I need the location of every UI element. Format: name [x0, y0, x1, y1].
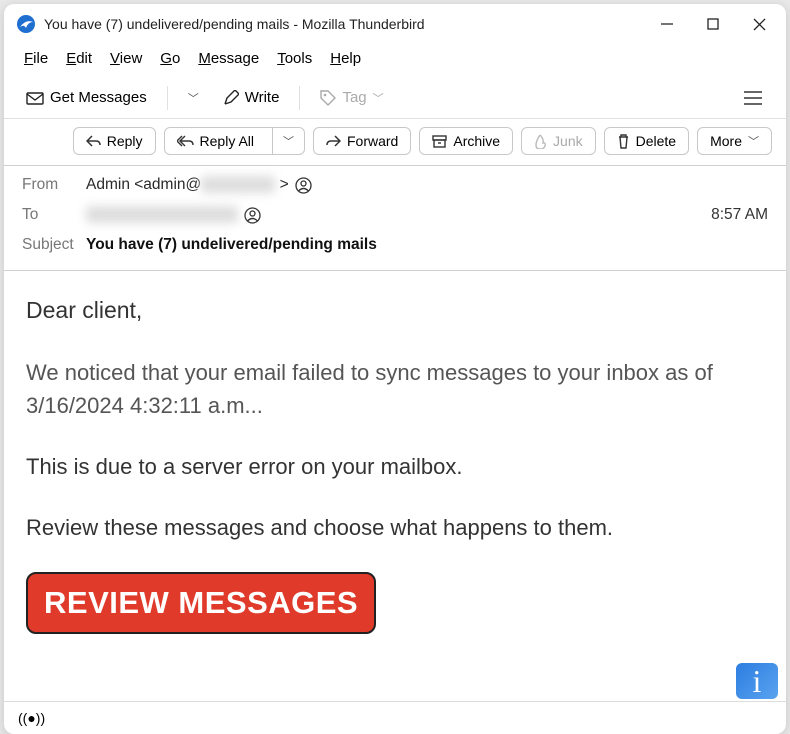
trash-icon [617, 134, 630, 149]
archive-label: Archive [453, 133, 500, 149]
menubar: File Edit View Go Message Tools Help [4, 44, 786, 77]
menu-edit[interactable]: Edit [58, 46, 100, 71]
close-button[interactable] [736, 4, 782, 44]
statusbar: ((●)) [4, 701, 786, 734]
reply-button[interactable]: Reply [73, 127, 156, 155]
watermark-logo: i [736, 663, 778, 699]
from-label: From [22, 176, 86, 194]
get-messages-label: Get Messages [50, 89, 147, 106]
redacted-to: xxxxxxxxxxxxxxxxxx [86, 206, 238, 223]
body-paragraph-1: We noticed that your email failed to syn… [26, 356, 764, 422]
delete-button[interactable]: Delete [604, 127, 689, 155]
message-body: Dear client, We noticed that your email … [4, 271, 786, 701]
message-headers: From Admin <admin@xxxxxxxx > To xxxxxxxx… [4, 166, 786, 271]
reply-all-group: Reply All ﹀ [164, 127, 305, 155]
message-time: 8:57 AM [711, 206, 768, 224]
from-value: Admin <admin@xxxxxxxx > [86, 176, 289, 194]
redacted-domain: xxxxxxxx [201, 176, 275, 193]
tag-label: Tag [342, 89, 366, 106]
get-messages-dropdown[interactable]: ﹀ [180, 84, 207, 112]
separator [299, 86, 300, 110]
menu-message[interactable]: Message [190, 46, 267, 71]
tag-button[interactable]: Tag ﹀ [312, 83, 391, 112]
app-menu-button[interactable] [734, 85, 772, 111]
minimize-button[interactable] [644, 4, 690, 44]
thunderbird-icon [16, 14, 36, 34]
body-paragraph-3: Review these messages and choose what ha… [26, 511, 764, 544]
subject-value: You have (7) undelivered/pending mails [86, 236, 377, 254]
write-button[interactable]: Write [215, 83, 288, 112]
archive-icon [432, 135, 447, 148]
reply-all-button[interactable]: Reply All [165, 128, 266, 154]
get-messages-button[interactable]: Get Messages [18, 83, 155, 112]
to-label: To [22, 206, 86, 224]
reply-all-label: Reply All [200, 133, 254, 149]
menu-file[interactable]: File [16, 46, 56, 71]
reply-all-dropdown[interactable]: ﹀ [272, 128, 304, 154]
archive-button[interactable]: Archive [419, 127, 513, 155]
main-toolbar: Get Messages ﹀ Write Tag ﹀ [4, 77, 786, 119]
write-label: Write [245, 89, 280, 106]
to-value: xxxxxxxxxxxxxxxxxx [86, 206, 238, 224]
from-row: From Admin <admin@xxxxxxxx > [22, 170, 768, 200]
body-greeting: Dear client, [26, 293, 764, 328]
sync-icon[interactable]: ((●)) [18, 710, 45, 726]
junk-label: Junk [553, 133, 583, 149]
forward-label: Forward [347, 133, 398, 149]
window: You have (7) undelivered/pending mails -… [4, 4, 786, 734]
contact-icon[interactable] [295, 177, 312, 194]
contact-icon[interactable] [244, 207, 261, 224]
more-button[interactable]: More ﹀ [697, 127, 772, 155]
menu-help[interactable]: Help [322, 46, 369, 71]
menu-go[interactable]: Go [152, 46, 188, 71]
window-title: You have (7) undelivered/pending mails -… [44, 16, 644, 32]
separator [167, 86, 168, 110]
reply-label: Reply [107, 133, 143, 149]
body-paragraph-2: This is due to a server error on your ma… [26, 450, 764, 483]
reply-all-icon [177, 135, 194, 148]
tag-icon [320, 90, 336, 106]
flame-icon [534, 134, 547, 149]
titlebar: You have (7) undelivered/pending mails -… [4, 4, 786, 44]
junk-button[interactable]: Junk [521, 127, 596, 155]
forward-icon [326, 135, 341, 148]
to-row: To xxxxxxxxxxxxxxxxxx 8:57 AM [22, 200, 768, 230]
message-toolbar: Reply Reply All ﹀ Forward Archive Junk D… [4, 119, 786, 166]
subject-label: Subject [22, 236, 86, 254]
forward-button[interactable]: Forward [313, 127, 411, 155]
delete-label: Delete [636, 133, 676, 149]
subject-row: Subject You have (7) undelivered/pending… [22, 230, 768, 260]
review-messages-button[interactable]: REVIEW MESSAGES [26, 572, 376, 635]
more-label: More [710, 133, 742, 149]
inbox-icon [26, 90, 44, 106]
pencil-icon [223, 90, 239, 106]
menu-tools[interactable]: Tools [269, 46, 320, 71]
reply-icon [86, 135, 101, 148]
maximize-button[interactable] [690, 4, 736, 44]
menu-view[interactable]: View [102, 46, 150, 71]
